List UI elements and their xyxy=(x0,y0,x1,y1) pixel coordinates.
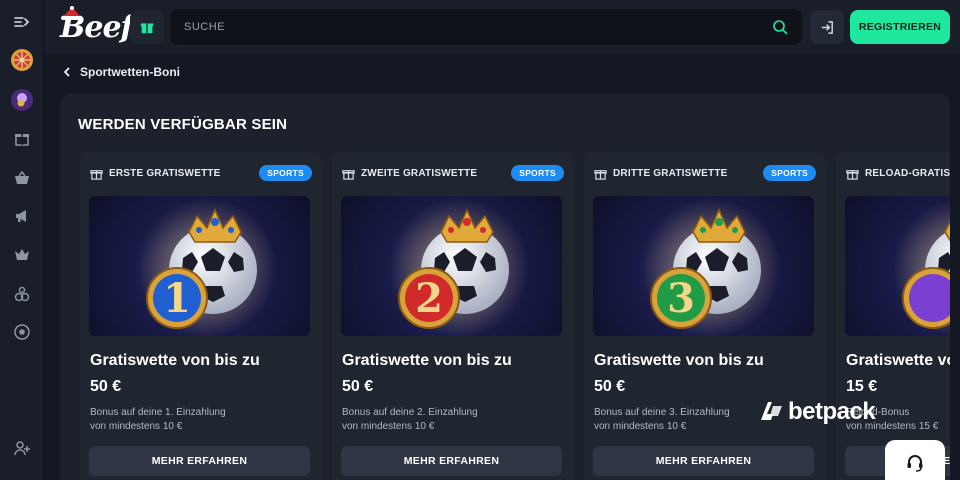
sports-badge: SPORTS xyxy=(259,165,312,181)
register-button[interactable]: REGISTRIEREN xyxy=(850,10,950,44)
bonus-number: 3 xyxy=(667,275,695,322)
card-tag: DRITTE GRATISWETTE xyxy=(613,167,728,179)
card-amount: 50 € xyxy=(594,378,626,395)
card-header: RELOAD-GRATISWETTE xyxy=(846,164,950,182)
gift-icon[interactable] xyxy=(6,122,38,154)
card-image[interactable] xyxy=(845,196,950,336)
card-title: Gratiswette von bis zu xyxy=(594,352,764,369)
search-input[interactable]: SUCHE xyxy=(170,9,802,45)
search-placeholder: SUCHE xyxy=(184,21,226,33)
bonus-card[interactable]: ZWEITE GRATISWETTE SPORTS 2 Gratiswette … xyxy=(332,152,574,480)
card-header: ERSTE GRATISWETTE SPORTS xyxy=(90,164,312,182)
card-description: Bonus auf deine 3. Einzahlung von mindes… xyxy=(594,407,730,432)
card-amount: 15 € xyxy=(846,378,878,395)
logo[interactable]: Beef xyxy=(58,6,133,45)
watermark: betpack xyxy=(758,398,876,426)
more-info-button[interactable]: MEHR ERFAHREN xyxy=(89,446,310,476)
tournament-icon[interactable] xyxy=(6,278,38,310)
breadcrumb-label[interactable]: Sportwetten-Boni xyxy=(80,65,180,79)
bonus-number: 2 xyxy=(415,275,443,322)
login-icon xyxy=(821,20,833,34)
card-tag: ZWEITE GRATISWETTE xyxy=(361,167,478,179)
basket-icon[interactable] xyxy=(6,162,38,194)
betpack-logo-icon xyxy=(761,402,782,420)
gift-button[interactable] xyxy=(130,10,164,44)
section-title: WERDEN VERFÜGBAR SEIN xyxy=(78,116,288,133)
bonus-card[interactable]: ERSTE GRATISWETTE SPORTS 1 Gratiswette v… xyxy=(80,152,322,480)
watermark-text: betpack xyxy=(788,398,876,425)
add-user-icon[interactable] xyxy=(6,432,38,464)
bonus-card[interactable]: RELOAD-GRATISWETTE xyxy=(836,152,950,480)
search-icon[interactable] xyxy=(772,19,788,35)
gift-icon xyxy=(140,23,154,34)
card-title: Gratiswette von bis zu xyxy=(342,352,512,369)
sports-badge: SPORTS xyxy=(511,165,564,181)
card-amount: 50 € xyxy=(90,378,122,395)
gift-icon xyxy=(342,169,355,180)
card-image[interactable]: 2 xyxy=(341,196,562,336)
card-tag: RELOAD-GRATISWETTE xyxy=(865,167,950,179)
avatar-icon[interactable] xyxy=(6,84,38,116)
card-header: ZWEITE GRATISWETTE SPORTS xyxy=(342,164,564,182)
sidebar xyxy=(0,0,44,480)
card-title: Gratiswette von bis zu xyxy=(90,352,260,369)
soccer-ball-icon[interactable] xyxy=(6,316,38,348)
top-bar: Beef SUCHE REGISTRIEREN xyxy=(44,0,960,54)
support-button[interactable] xyxy=(885,440,945,480)
crown-icon[interactable] xyxy=(6,238,38,270)
bonus-number xyxy=(905,276,950,322)
card-tag: ERSTE GRATISWETTE xyxy=(109,167,221,179)
chevron-left-icon[interactable] xyxy=(62,67,72,77)
santa-hat-icon xyxy=(61,6,81,20)
gift-icon xyxy=(90,169,103,180)
more-info-button[interactable]: MEHR ERFAHREN xyxy=(341,446,562,476)
card-title: Gratiswette von bis zu xyxy=(846,352,950,369)
bonus-number: 1 xyxy=(163,275,191,322)
gift-icon xyxy=(846,169,859,180)
more-info-button[interactable]: MEHR ERFAHREN xyxy=(593,446,814,476)
megaphone-icon[interactable] xyxy=(6,200,38,232)
wheel-icon[interactable] xyxy=(6,44,38,76)
breadcrumb[interactable]: Sportwetten-Boni xyxy=(62,64,180,80)
card-description: Bonus auf deine 2. Einzahlung von mindes… xyxy=(342,407,478,432)
headset-icon xyxy=(907,455,923,472)
card-image[interactable]: 3 xyxy=(593,196,814,336)
collapse-menu-icon[interactable] xyxy=(6,6,38,38)
card-header: DRITTE GRATISWETTE SPORTS xyxy=(594,164,816,182)
card-amount: 50 € xyxy=(342,378,374,395)
card-description: Bonus auf deine 1. Einzahlung von mindes… xyxy=(90,407,226,432)
card-image[interactable]: 1 xyxy=(89,196,310,336)
sports-badge: SPORTS xyxy=(763,165,816,181)
login-button[interactable] xyxy=(810,10,844,44)
bonus-card[interactable]: DRITTE GRATISWETTE SPORTS 3 Gratiswette … xyxy=(584,152,826,480)
gift-icon xyxy=(594,169,607,180)
